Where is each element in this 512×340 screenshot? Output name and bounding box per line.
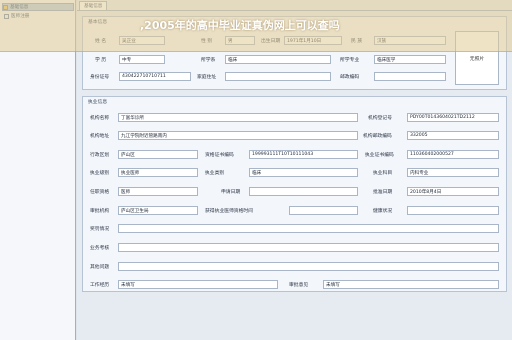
work-history-field[interactable]: 未填写 xyxy=(118,280,278,289)
apply-date-field[interactable] xyxy=(249,187,358,196)
education-field[interactable]: 中专 xyxy=(119,55,165,64)
department-label: 所学系 xyxy=(201,58,216,63)
assessment-label: 业务考核 xyxy=(90,246,110,251)
work-history-label: 工作经历 xyxy=(90,283,110,288)
practice-category-label: 执业类别 xyxy=(205,171,225,176)
position-field[interactable]: 医师 xyxy=(118,187,198,196)
education-label: 学 历 xyxy=(95,58,107,63)
title-overlay-banner: ,2005年的高中毕业证真伪网上可以查吗 xyxy=(0,0,512,52)
approval-opinion-field[interactable]: 未填写 xyxy=(323,280,499,289)
practice-level-field[interactable]: 执业医师 xyxy=(118,168,198,177)
region-label: 行政区划 xyxy=(90,153,110,158)
cert-code-field[interactable]: 199993111T10T10111043 xyxy=(249,150,358,159)
practice-scope-label: 执业科目 xyxy=(373,171,393,176)
assessment-field[interactable] xyxy=(118,243,499,252)
practice-scope-field[interactable]: 内科专业 xyxy=(407,168,499,177)
major-field[interactable]: 临床医学 xyxy=(374,55,446,64)
department-field[interactable]: 临床 xyxy=(225,55,331,64)
org-name-field[interactable]: 丁富华诊所 xyxy=(118,113,358,122)
postal-code-label: 邮政编码 xyxy=(340,75,360,80)
license-code-label: 执业证书编码 xyxy=(365,153,394,158)
org-reg-field[interactable]: PDY00T0143604021TD2112 xyxy=(407,113,499,122)
approval-opinion-label: 审批意见 xyxy=(289,283,309,288)
practice-category-field[interactable]: 临床 xyxy=(249,168,358,177)
id-number-label: 身份证号 xyxy=(90,75,110,80)
other-issues-field[interactable] xyxy=(118,262,499,271)
health-label: 健康状况 xyxy=(373,209,393,214)
cert-code-label: 资格证书编码 xyxy=(205,153,234,158)
award-field[interactable] xyxy=(118,224,499,233)
region-field[interactable]: 庐山区 xyxy=(118,150,198,159)
practice-info-title: 执业信息 xyxy=(88,100,108,105)
home-address-label: 家庭住址 xyxy=(197,75,217,80)
obtain-date-field[interactable] xyxy=(289,206,358,215)
apply-date-label: 申请日期 xyxy=(221,190,241,195)
position-label: 任职资格 xyxy=(90,190,110,195)
award-label: 奖罚情况 xyxy=(90,227,110,232)
home-address-field[interactable] xyxy=(225,72,331,81)
application-window: 基础信息 医师注册 基础信息 基本信息 姓 名 吴正业 性 别 男 出生日期 1… xyxy=(0,0,512,340)
practice-level-label: 执业级别 xyxy=(90,171,110,176)
obtain-date-label: 获得执业医师资格时间 xyxy=(205,209,253,214)
org-reg-label: 机构登记号 xyxy=(368,116,392,121)
overlay-title: ,2005年的高中毕业证真伪网上可以查吗 xyxy=(140,19,340,32)
org-address-label: 机构地址 xyxy=(90,134,110,139)
id-number-field[interactable]: 430422710710711 xyxy=(119,72,191,81)
major-label: 所学专业 xyxy=(340,58,360,63)
license-code-field[interactable]: 110360402000527 xyxy=(407,150,499,159)
approve-date-label: 批准日期 xyxy=(373,190,393,195)
health-field[interactable] xyxy=(407,206,499,215)
org-name-label: 机构名称 xyxy=(90,116,110,121)
practice-info-panel: 执业信息 机构名称 丁富华诊所 机构登记号 PDY00T0143604021TD… xyxy=(82,96,507,292)
approve-date-field[interactable]: 2010年8月4日 xyxy=(407,187,499,196)
org-zip-field[interactable]: 332005 xyxy=(407,131,499,140)
authority-label: 审批机构 xyxy=(90,209,110,214)
org-zip-label: 机构邮政编码 xyxy=(363,134,392,139)
org-address-field[interactable]: 九江学院附近管路南内 xyxy=(118,131,358,140)
other-issues-label: 其他问题 xyxy=(90,265,110,270)
authority-field[interactable]: 庐山区卫生局 xyxy=(118,206,198,215)
postal-code-field[interactable] xyxy=(374,72,446,81)
